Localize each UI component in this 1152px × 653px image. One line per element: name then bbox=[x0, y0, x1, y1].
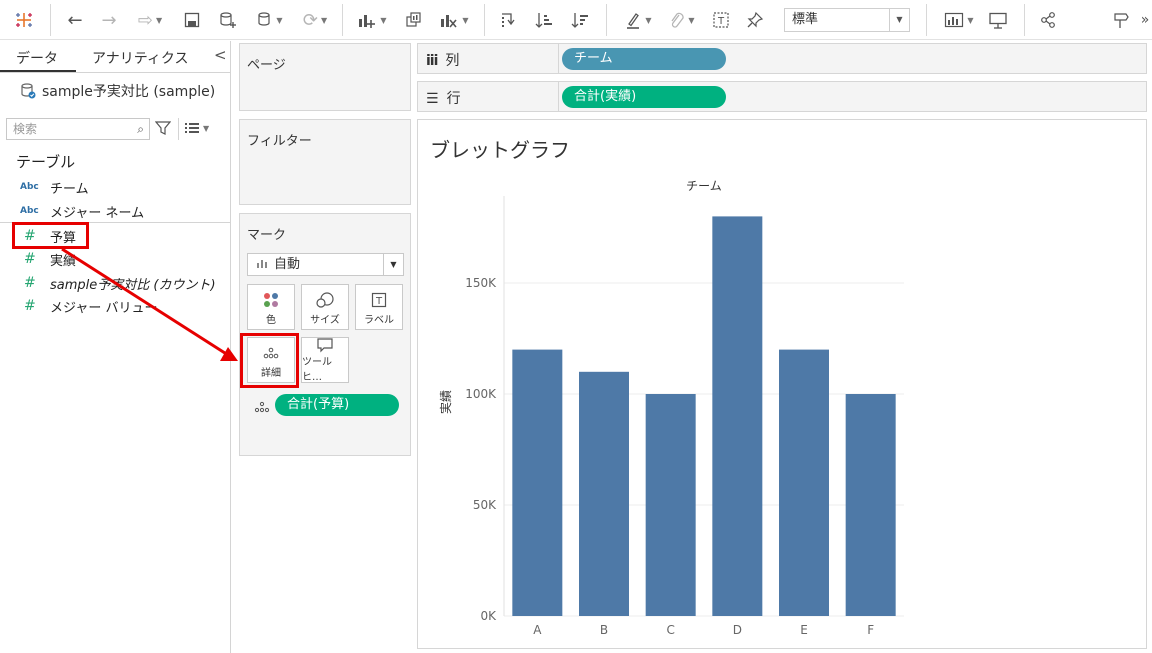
columns-label-text: 列 bbox=[445, 53, 460, 69]
clear-sheet-icon[interactable]: ▼ bbox=[434, 6, 474, 34]
column-pill[interactable]: チーム bbox=[562, 48, 726, 70]
show-cards-icon[interactable]: ▼ bbox=[938, 6, 980, 34]
more-tools-icon[interactable]: » bbox=[1138, 6, 1152, 34]
signpost-icon[interactable] bbox=[1108, 6, 1134, 34]
toolbar-separator bbox=[926, 4, 927, 36]
presentation-mode-icon[interactable] bbox=[984, 6, 1012, 34]
y-tick-label: 150K bbox=[465, 276, 497, 290]
toolbar-separator bbox=[1024, 4, 1025, 36]
x-tick-label: B bbox=[600, 623, 608, 637]
bar bbox=[712, 216, 763, 616]
rows-label-text: 行 bbox=[446, 91, 461, 107]
label-button[interactable]: T ラベル bbox=[355, 284, 403, 330]
x-header-title: チーム bbox=[686, 179, 722, 193]
y-tick-label: 50K bbox=[473, 498, 497, 512]
bar bbox=[579, 371, 629, 616]
columns-shelf[interactable]: iii 列 チーム bbox=[417, 43, 1147, 74]
fit-select-value: 標準 bbox=[792, 12, 819, 27]
new-worksheet-icon[interactable]: ▼ bbox=[352, 6, 392, 34]
columns-icon: iii bbox=[426, 53, 438, 69]
columns-shelf-label: iii 列 bbox=[426, 50, 459, 70]
x-tick-label: D bbox=[733, 623, 742, 637]
svg-text:T: T bbox=[375, 296, 383, 307]
rows-shelf-label: ☰ 行 bbox=[426, 88, 461, 108]
y-tick-label: 100K bbox=[465, 387, 497, 401]
sort-ascending-icon[interactable] bbox=[530, 6, 558, 34]
bar bbox=[845, 394, 896, 616]
toolbar-separator bbox=[606, 4, 607, 36]
toolbar-separator bbox=[484, 4, 485, 36]
arrow-annotation bbox=[61, 247, 238, 361]
show-labels-icon[interactable]: T bbox=[708, 6, 734, 34]
bar bbox=[645, 394, 696, 616]
bar bbox=[512, 349, 563, 616]
x-tick-label: C bbox=[666, 623, 674, 637]
swap-rows-columns-icon[interactable] bbox=[494, 6, 522, 34]
row-pill[interactable]: 合計(実績) bbox=[562, 86, 726, 108]
highlight-icon[interactable]: ▼ bbox=[618, 6, 658, 34]
pin-icon[interactable] bbox=[742, 6, 768, 34]
divider bbox=[558, 44, 559, 73]
bar bbox=[779, 349, 829, 616]
text-label-icon: T bbox=[371, 289, 387, 311]
y-tick-label: 0K bbox=[480, 609, 497, 623]
divider bbox=[558, 82, 559, 111]
detail-icon bbox=[254, 398, 270, 417]
chevron-down-icon: ▼ bbox=[383, 254, 403, 275]
y-axis-title: 実績 bbox=[438, 390, 453, 414]
duplicate-sheet-icon[interactable] bbox=[400, 6, 428, 34]
group-members-icon[interactable]: ▼ bbox=[662, 6, 702, 34]
bar-chart: 0K 50K 100K 150K チーム実績 A B C D E F bbox=[438, 179, 904, 637]
toolbar-separator bbox=[342, 4, 343, 36]
sort-descending-icon[interactable] bbox=[566, 6, 594, 34]
view-area[interactable]: ブレットグラフ 0K 50K 100K 150K チーム 実績 A B C D E F bbox=[417, 119, 1147, 649]
label-label: ラベル bbox=[364, 314, 394, 326]
x-tick-label: A bbox=[533, 623, 542, 637]
share-icon[interactable] bbox=[1034, 6, 1062, 34]
svg-text:T: T bbox=[717, 16, 725, 27]
x-tick-label: E bbox=[800, 623, 808, 637]
rows-shelf[interactable]: ☰ 行 合計(実績) bbox=[417, 81, 1147, 112]
rows-icon: ☰ bbox=[426, 91, 439, 107]
fit-select[interactable]: 標準 ▼ bbox=[784, 8, 910, 32]
x-tick-label: F bbox=[867, 623, 874, 637]
chevron-down-icon: ▼ bbox=[889, 9, 909, 31]
